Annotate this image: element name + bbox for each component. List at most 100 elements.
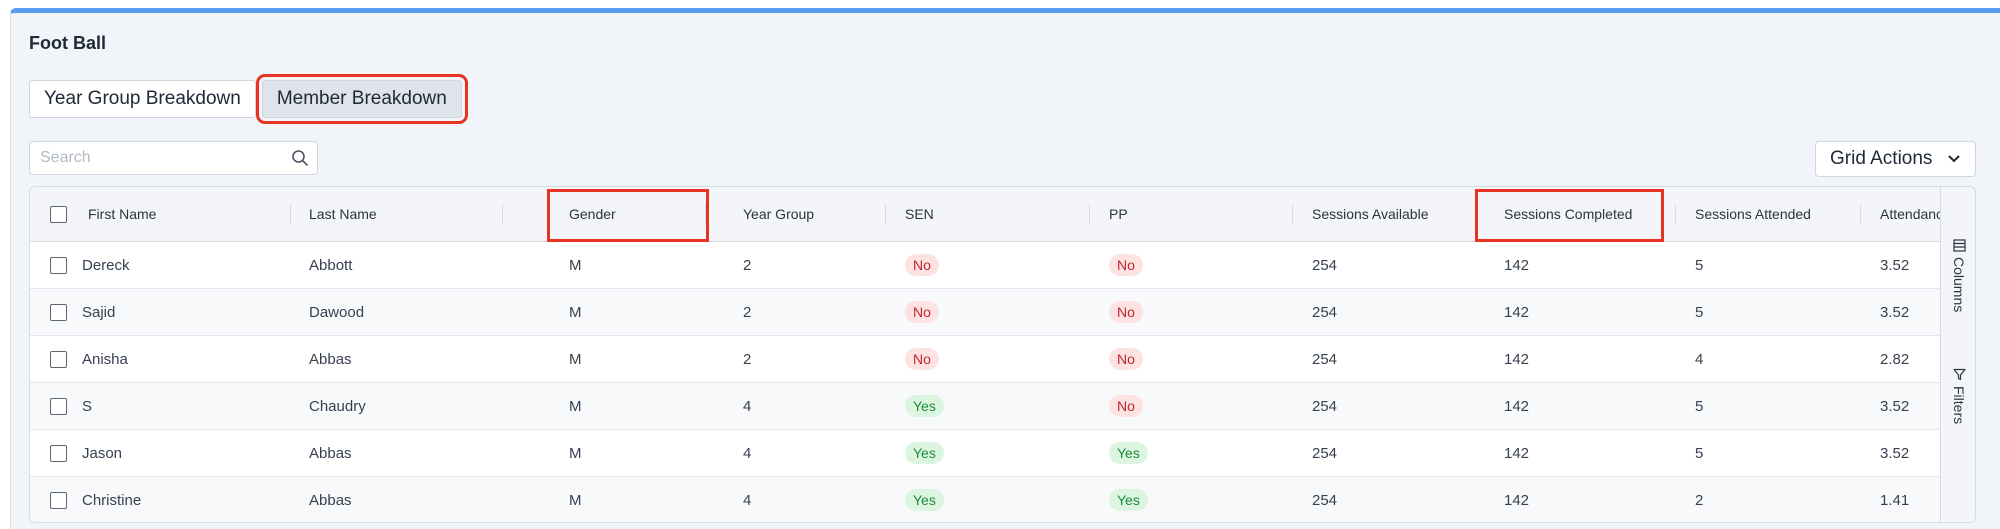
cell-sessions-completed: 142 [1504,398,1530,415]
cell-first-name: S [82,398,93,415]
columns-label: Columns [1951,257,1967,313]
member-grid: First Name Last Name Gender Year Group S… [29,186,1976,523]
cell-sessions-attended: 5 [1695,398,1704,415]
pp-badge: No [1109,254,1143,276]
sen-badge: No [905,348,939,370]
header-sessions-attended[interactable]: Sessions Attended [1695,187,1811,242]
header-first-name[interactable]: First Name [88,187,156,242]
cell-attendance: 3.52 [1880,445,1910,462]
cell-first-name: Dereck [82,257,130,274]
row-checkbox[interactable] [50,492,67,509]
filters-panel-button[interactable]: Filters [1941,368,1975,448]
sen-badge: Yes [905,442,944,464]
column-divider[interactable] [290,204,291,224]
cell-first-name: Sajid [82,304,116,321]
column-divider[interactable] [1860,204,1861,224]
cell-gender: M [569,351,582,368]
cell-year-group: 4 [743,492,752,509]
row-checkbox[interactable] [50,398,67,415]
column-divider[interactable] [1292,204,1293,224]
cell-sessions-attended: 5 [1695,257,1704,274]
cell-sessions-available: 254 [1312,445,1338,462]
row-checkbox[interactable] [50,257,67,274]
cell-first-name: Christine [82,492,142,509]
cell-first-name: Anisha [82,351,128,368]
cell-sessions-available: 254 [1312,351,1338,368]
cell-sessions-attended: 5 [1695,445,1704,462]
report-card: Foot Ball Year Group Breakdown Member Br… [10,8,2000,529]
grid-header: First Name Last Name Gender Year Group S… [30,187,1951,242]
cell-attendance: 2.82 [1880,351,1910,368]
filters-label: Filters [1951,386,1967,425]
filter-icon [1953,368,1966,381]
search-box [29,141,318,175]
column-divider[interactable] [1675,204,1676,224]
cell-gender: M [569,304,582,321]
column-divider[interactable] [1089,204,1090,224]
cell-sessions-completed: 142 [1504,351,1530,368]
cell-attendance: 1.41 [1880,492,1910,509]
columns-panel-button[interactable]: Columns [1941,239,1975,329]
cell-last-name: Abbas [309,351,352,368]
cell-gender: M [569,445,582,462]
cell-year-group: 4 [743,398,752,415]
select-all-checkbox[interactable] [50,206,67,223]
search-input[interactable] [30,142,275,174]
cell-sessions-completed: 142 [1504,492,1530,509]
cell-sessions-completed: 142 [1504,304,1530,321]
grid-actions-label: Grid Actions [1830,148,1933,169]
tab-year-group-breakdown[interactable]: Year Group Breakdown [29,80,256,118]
cell-first-name: Jason [82,445,123,462]
sen-badge: No [905,301,939,323]
table-row[interactable]: S Chaudry M 4 Yes No 254 142 5 3.52 [30,383,1940,430]
row-checkbox[interactable] [50,304,67,321]
cell-year-group: 2 [743,304,752,321]
cell-last-name: Chaudry [309,398,366,415]
table-row[interactable]: Jason Abbas M 4 Yes Yes 254 142 5 3.52 [30,430,1940,477]
tab-member-breakdown[interactable]: Member Breakdown [255,74,468,124]
cell-attendance: 3.52 [1880,398,1910,415]
cell-gender: M [569,492,582,509]
table-row[interactable]: Anisha Abbas M 2 No No 254 142 4 2.82 [30,336,1940,383]
cell-attendance: 3.52 [1880,257,1910,274]
columns-icon [1953,239,1966,252]
cell-year-group: 4 [743,445,752,462]
search-icon[interactable] [291,149,309,167]
header-last-name[interactable]: Last Name [309,187,377,242]
pp-badge: No [1109,301,1143,323]
row-checkbox[interactable] [50,445,67,462]
cell-last-name: Abbott [309,257,353,274]
breakdown-tabs: Year Group Breakdown Member Breakdown [29,74,468,124]
table-row[interactable]: Sajid Dawood M 2 No No 254 142 5 3.52 [30,289,1940,336]
header-year-group[interactable]: Year Group [743,187,814,242]
pp-badge: No [1109,395,1143,417]
cell-attendance: 3.52 [1880,304,1910,321]
header-sessions-available[interactable]: Sessions Available [1312,187,1428,242]
pp-badge: No [1109,348,1143,370]
header-sen[interactable]: SEN [905,187,934,242]
pp-badge: Yes [1109,442,1148,464]
sen-badge: No [905,254,939,276]
table-row[interactable]: Dereck Abbott M 2 No No 254 142 5 3.52 [30,242,1940,289]
column-divider[interactable] [502,204,503,224]
cell-sessions-completed: 142 [1504,445,1530,462]
row-checkbox[interactable] [50,351,67,368]
cell-sessions-completed: 142 [1504,257,1530,274]
cell-sessions-available: 254 [1312,304,1338,321]
cell-last-name: Abbas [309,492,352,509]
cell-sessions-available: 254 [1312,492,1338,509]
cell-sessions-available: 254 [1312,398,1338,415]
cell-sessions-available: 254 [1312,257,1338,274]
grid-actions-button[interactable]: Grid Actions [1815,141,1976,177]
column-divider[interactable] [885,204,886,224]
header-pp[interactable]: PP [1109,187,1128,242]
table-row[interactable]: Christine Abbas M 4 Yes Yes 254 142 2 1.… [30,477,1940,522]
cell-sessions-attended: 5 [1695,304,1704,321]
column-divider[interactable] [705,204,706,224]
header-gender[interactable]: Gender [569,187,616,242]
chevron-down-icon [1948,155,1960,163]
pp-badge: Yes [1109,489,1148,511]
grid-side-panel: Columns Filters [1940,187,1975,522]
cell-year-group: 2 [743,257,752,274]
header-sessions-completed[interactable]: Sessions Completed [1504,187,1632,242]
